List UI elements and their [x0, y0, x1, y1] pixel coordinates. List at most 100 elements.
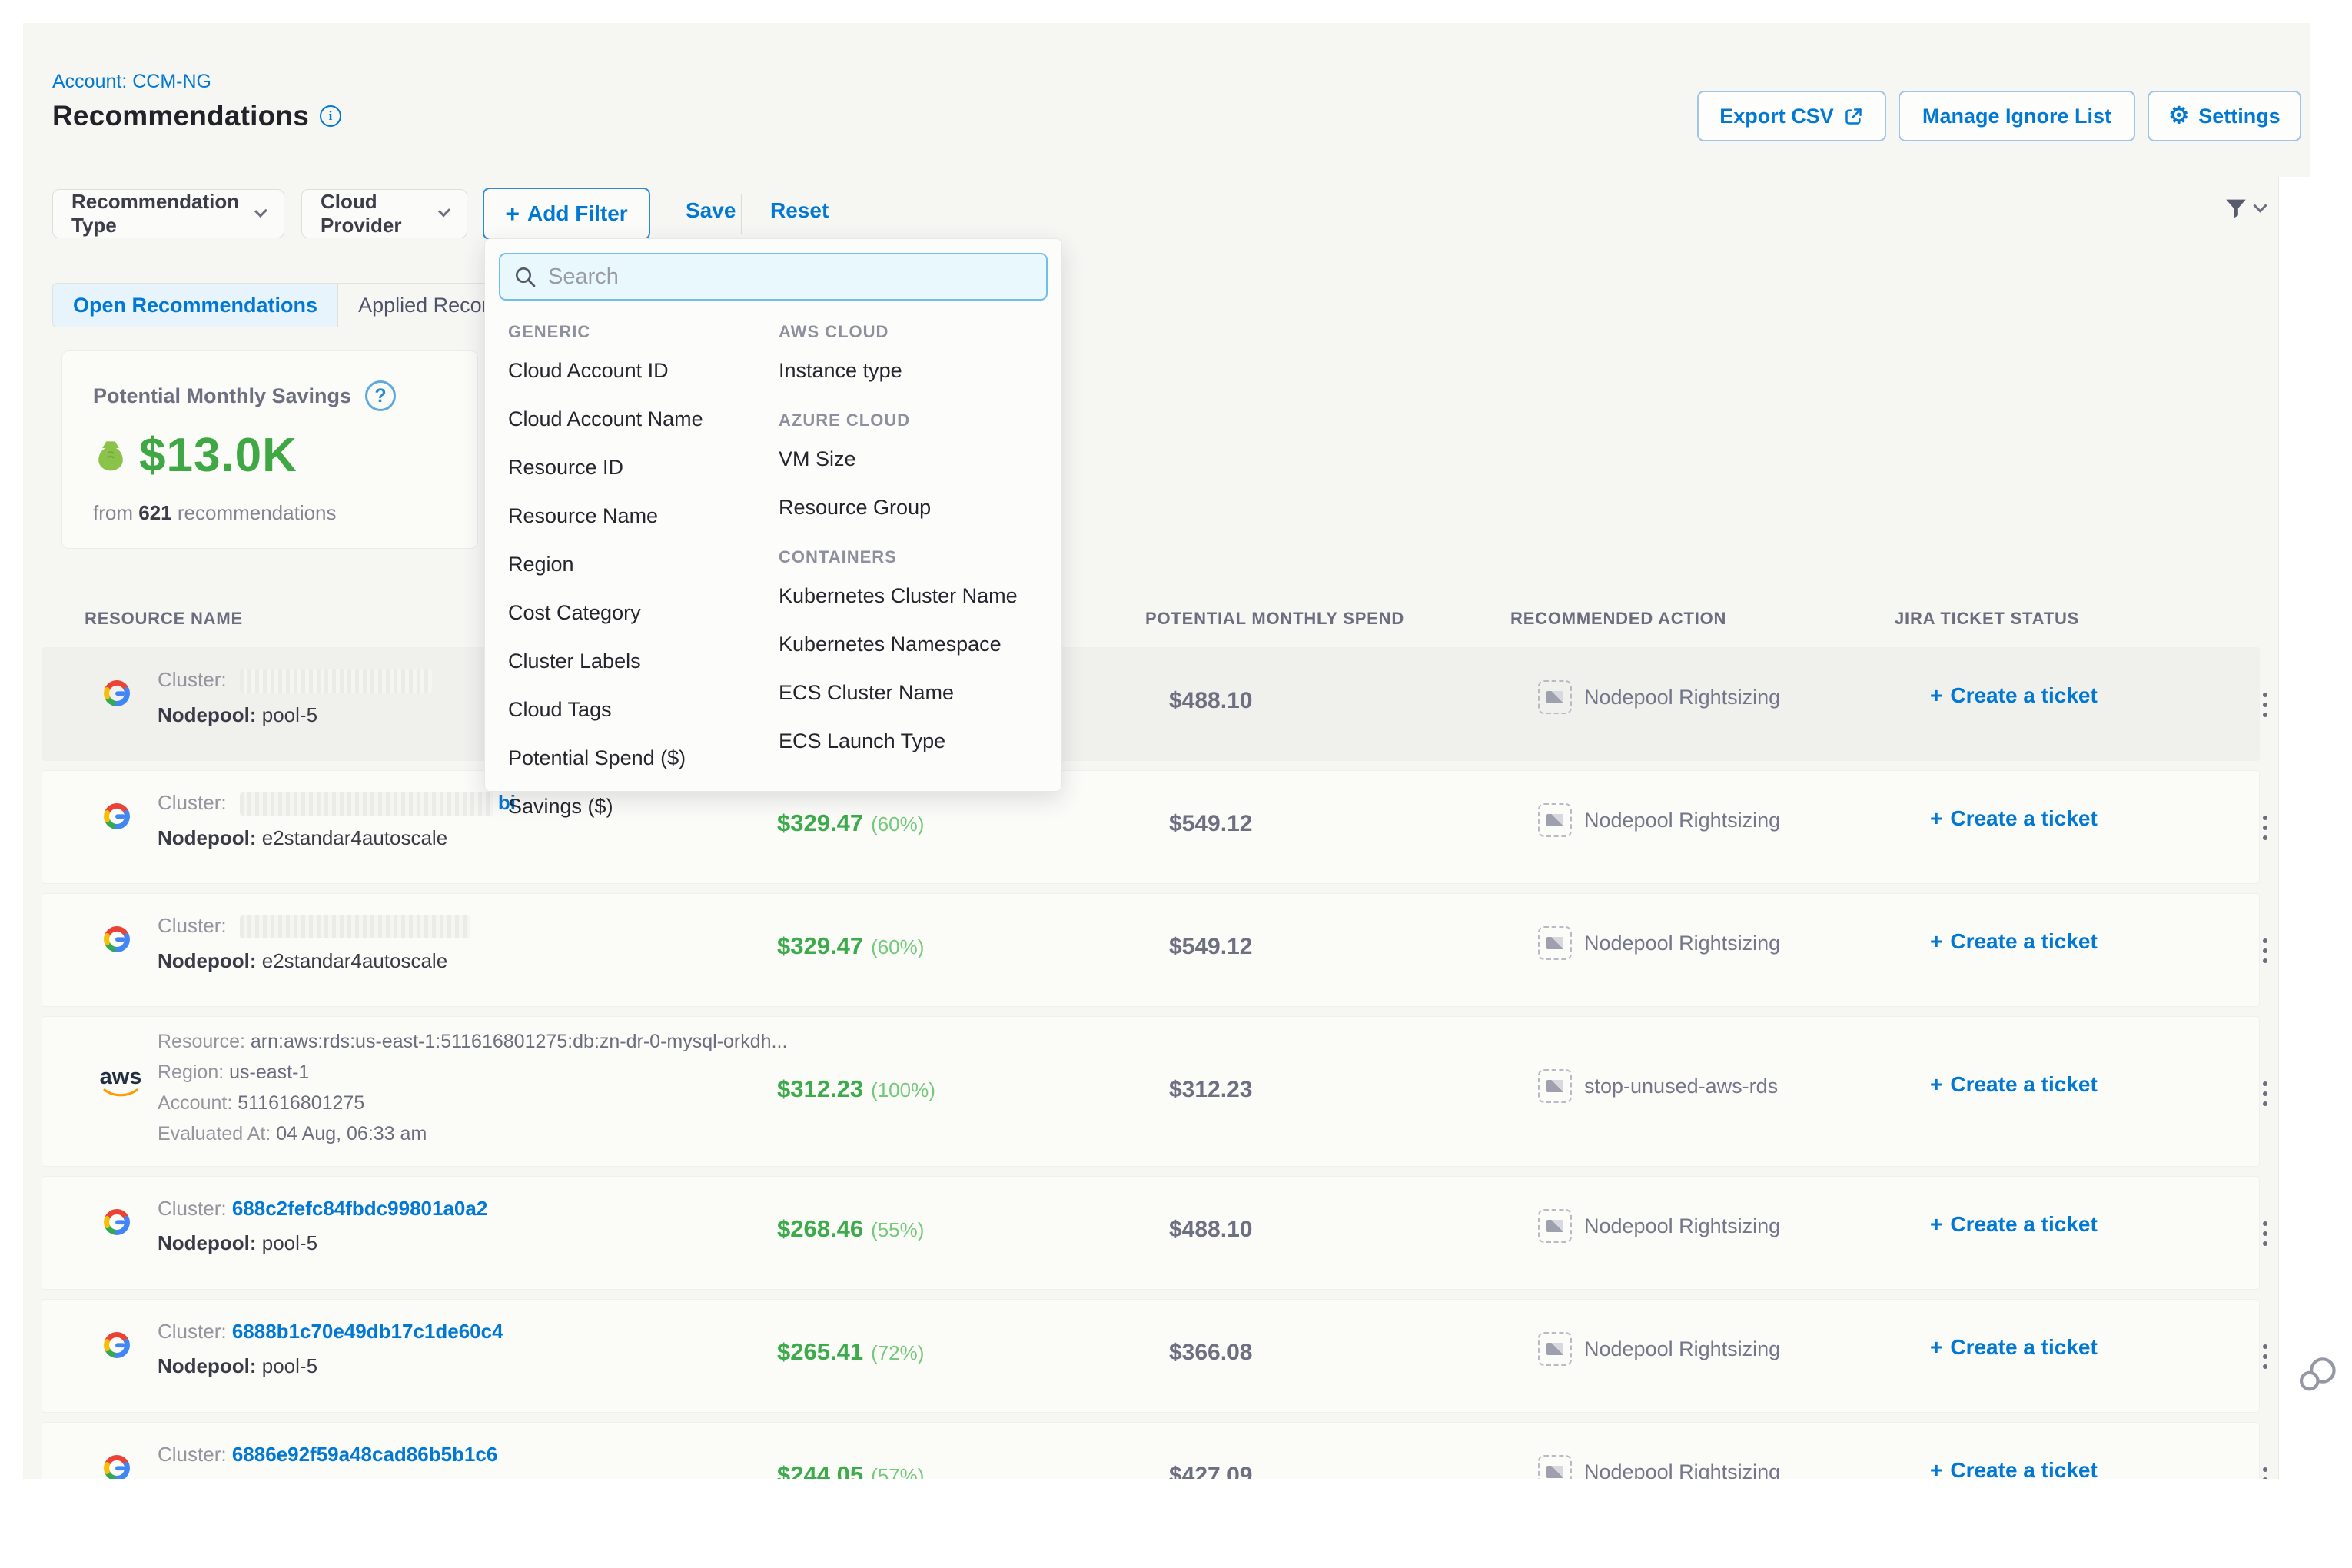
create-ticket-button[interactable]: +Create a ticket [1930, 1458, 2098, 1479]
dropdown-filter-option[interactable]: Kubernetes Namespace [779, 633, 1048, 656]
dropdown-filter-option[interactable]: Cluster Labels [508, 649, 779, 673]
dropdown-search-input[interactable] [548, 264, 1034, 290]
table-header: RESOURCE NAME POTENTIAL MONTHLY SPEND RE… [42, 601, 2260, 644]
dropdown-filter-option[interactable]: Potential Spend ($) [508, 746, 779, 770]
gcp-icon [99, 922, 135, 961]
dropdown-filter-option[interactable]: Cloud Account ID [508, 359, 779, 383]
resource-name-cell: Resource: arn:aws:rds:us-east-1:51161680… [158, 1031, 787, 1154]
action-label: Nodepool Rightsizing [1584, 1214, 1780, 1238]
filter-panel-toggle[interactable] [2223, 195, 2265, 221]
potential-monthly-savings-card: Potential Monthly Savings ? $13.0K from … [61, 350, 478, 549]
create-ticket-label: Create a ticket [1950, 929, 2097, 954]
resource-name-cell: Cluster: Nodepool: pool-5 [158, 668, 432, 727]
cluster-link[interactable]: 6886e92f59a48cad86b5b1c6 [232, 1443, 498, 1466]
dropdown-section-heading: CONTAINERS [779, 547, 1048, 567]
action-label: stop-unused-aws-rds [1584, 1075, 1778, 1098]
savings-percent: (60%) [871, 935, 924, 958]
create-ticket-label: Create a ticket [1950, 1335, 2097, 1360]
plus-icon: + [1930, 929, 1942, 954]
rightsizing-icon [1538, 1209, 1572, 1243]
scroll-gutter[interactable] [2278, 177, 2310, 1479]
nodepool-label: Nodepool: [158, 703, 262, 726]
settings-button[interactable]: ⚙ Settings [2148, 91, 2301, 141]
potential-monthly-spend: $549.12 [1169, 934, 1252, 960]
detail-label: Resource: [158, 1031, 251, 1052]
reset-filter-button[interactable]: Reset [770, 198, 829, 223]
account-breadcrumb[interactable]: Account: CCM-NG [52, 71, 211, 93]
cloud-provider-filter[interactable]: Cloud Provider [301, 189, 467, 238]
action-label: Nodepool Rightsizing [1584, 932, 1780, 955]
create-ticket-button[interactable]: + Create a ticket [1930, 929, 2098, 954]
export-csv-button[interactable]: Export CSV [1697, 91, 1886, 141]
row-menu-button[interactable] [2250, 1075, 2281, 1112]
column-potential-monthly-spend: POTENTIAL MONTHLY SPEND [1145, 609, 1404, 629]
create-ticket-button[interactable]: +Create a ticket [1930, 806, 2098, 831]
row-menu-button[interactable] [2250, 686, 2281, 723]
dropdown-filter-option[interactable]: Resource Name [508, 504, 779, 528]
recommendation-type-filter[interactable]: Recommendation Type [52, 189, 284, 238]
row-menu-button[interactable] [2250, 809, 2281, 846]
dropdown-filter-option[interactable]: Resource ID [508, 456, 779, 480]
nodepool-line: Nodepool: pool-5 [158, 703, 432, 727]
cluster-link[interactable]: 688c2fefc84fbdc99801a0a2 [232, 1197, 487, 1220]
redacted-cluster-name [240, 669, 432, 693]
row-menu-button[interactable] [2250, 1338, 2281, 1375]
help-icon[interactable]: ? [365, 380, 396, 411]
create-ticket-button[interactable]: +Create a ticket [1930, 683, 2098, 708]
create-ticket-button[interactable]: +Create a ticket [1930, 1335, 2098, 1360]
resource-name-cell: Cluster: 6888b1c70e49db17c1de60c4Nodepoo… [158, 1320, 503, 1378]
dropdown-filter-option[interactable]: Cost Category [508, 601, 779, 625]
cluster-label: Cluster: [158, 1197, 232, 1220]
row-menu-button[interactable] [2250, 1461, 2281, 1479]
rightsizing-icon [1538, 680, 1572, 714]
column-jira-ticket-status: JIRA TICKET STATUS [1895, 609, 2079, 629]
recommendation-type-label: Recommendation Type [71, 190, 244, 238]
gcp-icon [99, 1327, 135, 1367]
dropdown-filter-option[interactable]: ECS Launch Type [779, 729, 1048, 753]
dropdown-filter-option[interactable]: Region [508, 553, 779, 576]
cloud-provider-label: Cloud Provider [321, 190, 428, 238]
tab-open-recommendations[interactable]: Open Recommendations [53, 284, 337, 327]
row-menu-button[interactable] [2250, 932, 2281, 969]
dropdown-generic-column: GENERICCloud Account IDCloud Account Nam… [508, 322, 779, 843]
nodepool-label: Nodepool: [158, 949, 262, 972]
action-label: Nodepool Rightsizing [1584, 1337, 1780, 1361]
dropdown-filter-option[interactable]: Savings ($) [508, 795, 779, 819]
create-ticket-button[interactable]: +Create a ticket [1930, 1072, 2098, 1097]
settings-label: Settings [2198, 105, 2281, 128]
save-filter-button[interactable]: Save [686, 198, 736, 223]
dropdown-filter-option[interactable]: ECS Cluster Name [779, 681, 1048, 705]
cluster-link[interactable]: 6888b1c70e49db17c1de60c4 [232, 1320, 503, 1343]
funnel-icon [2223, 195, 2249, 221]
table-row: Cluster: Nodepool: pool-5 $488.10 Nodepool… [42, 647, 2260, 761]
detail-label: Evaluated At: [158, 1123, 276, 1144]
add-filter-button[interactable]: + Add Filter [483, 188, 650, 240]
create-ticket-button[interactable]: +Create a ticket [1930, 1212, 2098, 1237]
resource-detail-line: Evaluated At: 04 Aug, 06:33 am [158, 1123, 787, 1145]
dropdown-filter-option[interactable]: VM Size [779, 447, 1048, 471]
recommended-action: stop-unused-aws-rds [1538, 1069, 1778, 1103]
dropdown-filter-option[interactable]: Kubernetes Cluster Name [779, 584, 1048, 608]
potential-monthly-spend: $488.10 [1169, 688, 1252, 714]
dropdown-filter-option[interactable]: Instance type [779, 359, 1048, 383]
nodepool-label: Nodepool: [158, 826, 262, 849]
create-ticket-label: Create a ticket [1950, 1072, 2097, 1097]
dropdown-filter-option[interactable]: Cloud Account Name [508, 407, 779, 431]
cluster-label: Cluster: [158, 1443, 232, 1466]
row-menu-button[interactable] [2250, 1215, 2281, 1252]
nodepool-value: e2standar4autoscale [262, 826, 447, 849]
gcp-icon [99, 1204, 135, 1244]
table-row: Cluster: 6888b1c70e49db17c1de60c4 Nodepoo… [42, 1299, 2260, 1413]
nodepool-value: pool-5 [262, 703, 317, 726]
potential-monthly-spend: $427.09 [1169, 1463, 1252, 1479]
dropdown-filter-option[interactable]: Resource Group [779, 496, 1048, 520]
manage-ignore-list-button[interactable]: Manage Ignore List [1899, 91, 2135, 141]
rightsizing-icon [1538, 926, 1572, 960]
info-icon[interactable]: i [320, 105, 341, 127]
cluster-line: Cluster: 6888b1c70e49db17c1de60c4 [158, 1320, 503, 1344]
chat-icon[interactable] [2297, 1354, 2340, 1401]
recommended-action: Nodepool Rightsizing [1538, 926, 1780, 960]
recommended-action: Nodepool Rightsizing [1538, 680, 1780, 714]
dropdown-filter-option[interactable]: Cloud Tags [508, 698, 779, 722]
nodepool-label: Nodepool: [158, 1231, 262, 1254]
